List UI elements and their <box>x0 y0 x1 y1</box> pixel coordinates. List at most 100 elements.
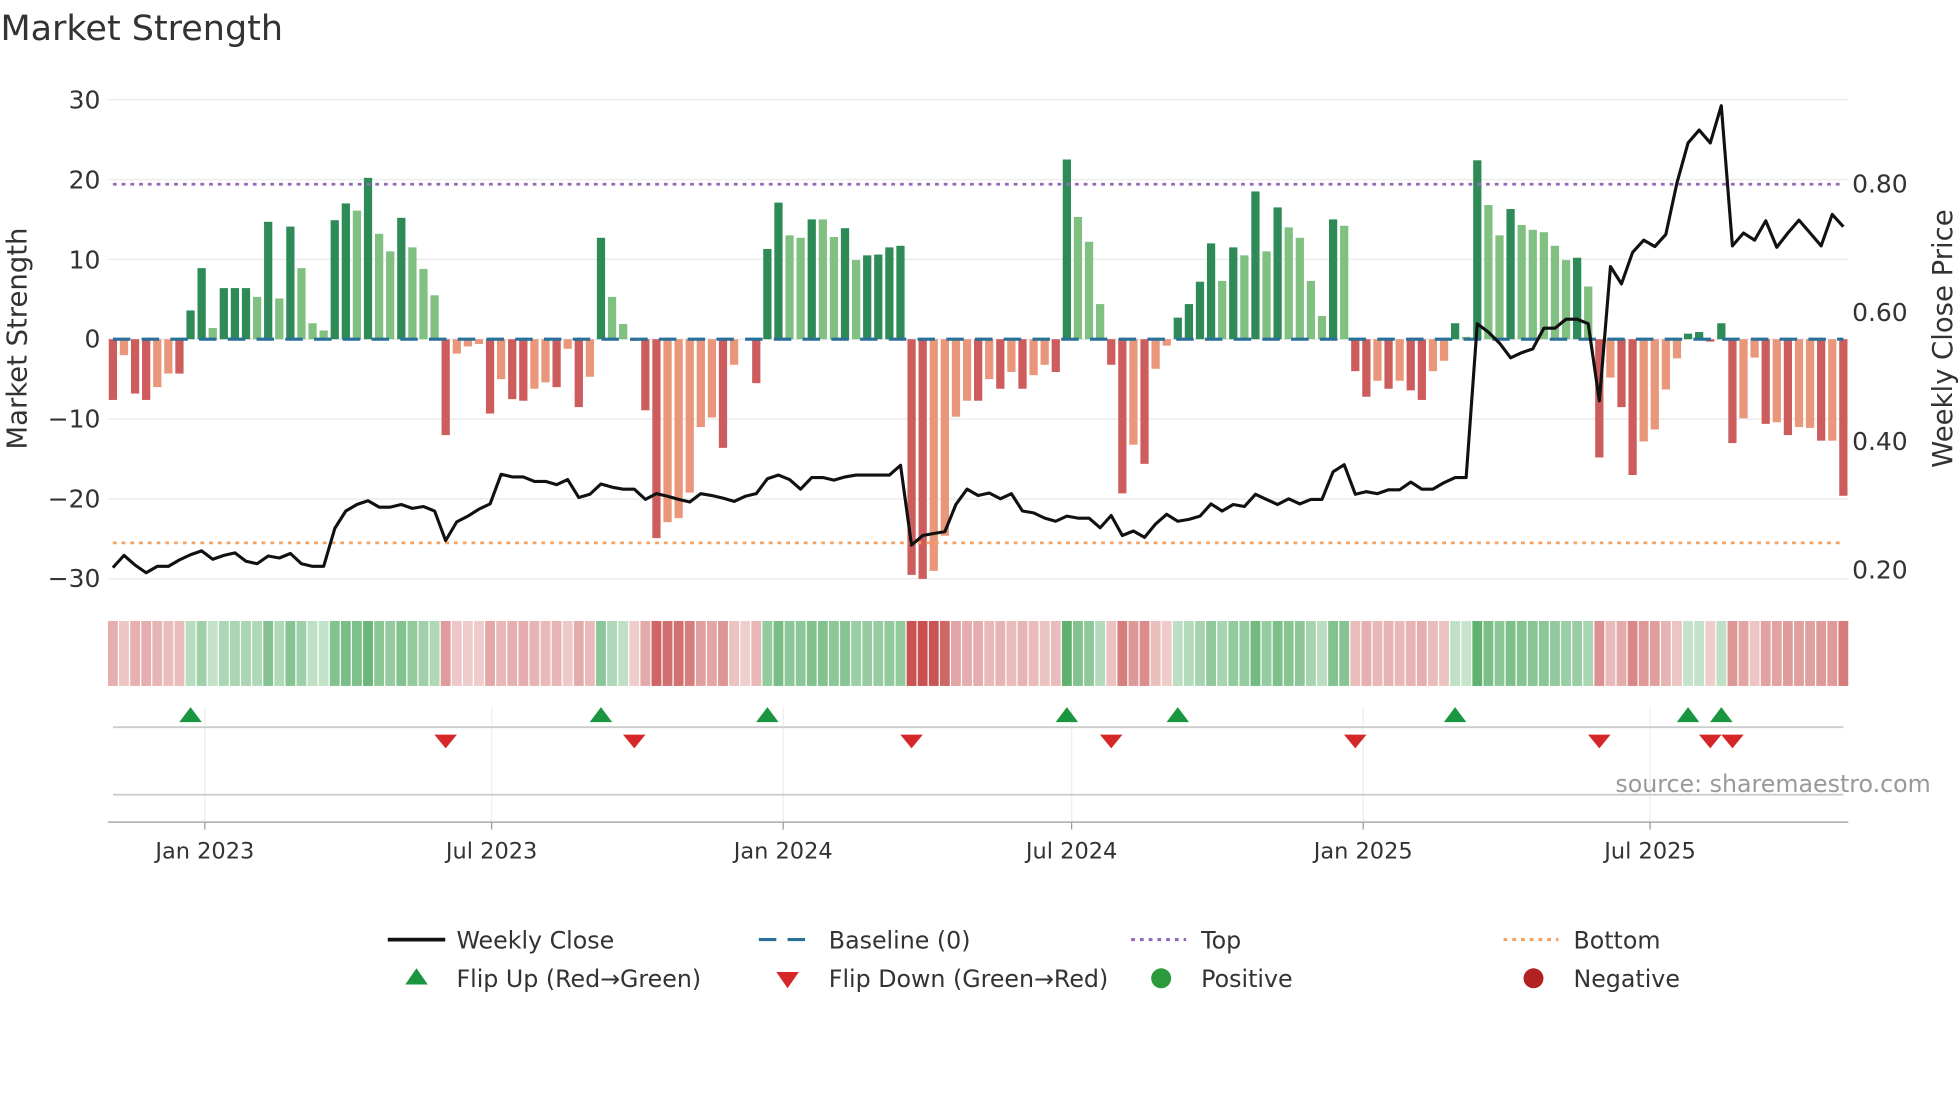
strength-bar <box>230 288 240 340</box>
strength-bar <box>430 295 439 340</box>
legend-flip-up-label: Flip Up (Red→Green) <box>456 965 701 993</box>
strip-cell <box>917 620 928 686</box>
strength-bar <box>1750 339 1759 358</box>
strength-bar <box>1728 339 1737 444</box>
strength-bar <box>1328 219 1338 340</box>
strength-bar <box>1151 339 1160 369</box>
strip-cell <box>152 620 163 686</box>
strength-bar <box>1794 339 1804 428</box>
strip-cell <box>1383 620 1394 686</box>
strip-cell <box>1550 620 1560 686</box>
strength-bar <box>974 339 983 401</box>
strip-cell <box>318 620 329 686</box>
strip-cell <box>1505 620 1516 686</box>
strength-bar <box>1528 229 1537 340</box>
strength-bar <box>874 254 883 340</box>
strength-bar <box>1839 339 1848 496</box>
strip-cell <box>1760 620 1771 686</box>
strength-bar <box>885 247 894 340</box>
y-right-tick-label: 0.80 <box>1852 169 1908 198</box>
strength-bar <box>1606 339 1615 378</box>
strip-cell <box>1461 620 1472 686</box>
strip-cell <box>1627 620 1638 686</box>
strength-bar <box>1672 339 1682 359</box>
strength-bar <box>1484 205 1493 340</box>
strength-bar <box>829 236 839 340</box>
strength-bar <box>1473 160 1482 340</box>
strip-cell <box>1416 620 1427 686</box>
strength-bar <box>497 339 506 380</box>
strength-bar <box>1639 339 1648 442</box>
strength-bar <box>363 177 373 340</box>
strip-cell <box>1095 620 1106 686</box>
strength-bar <box>652 339 661 539</box>
strip-cell <box>1372 620 1383 686</box>
strip-cell <box>740 620 751 686</box>
strength-bar <box>685 339 694 493</box>
strip-cell <box>607 620 617 686</box>
strength-bar <box>197 268 206 340</box>
strip-cell <box>518 620 529 686</box>
strip-cell <box>1050 620 1061 686</box>
strip-cell <box>1516 620 1527 686</box>
strength-bar <box>508 339 517 400</box>
strip-cell <box>1827 620 1838 686</box>
strength-bar <box>1062 159 1071 340</box>
strength-bar <box>1384 339 1393 389</box>
strip-cell <box>662 620 673 686</box>
strength-bar <box>1428 339 1438 372</box>
strip-cell <box>1683 620 1693 686</box>
strip-cell <box>773 620 784 686</box>
strip-cell <box>1283 620 1294 686</box>
strength-bar <box>1761 339 1770 424</box>
strength-bar <box>241 288 251 340</box>
strip-cell <box>207 620 218 686</box>
strength-bar <box>219 288 228 340</box>
strength-bar <box>1118 339 1127 494</box>
strip-cell <box>1538 620 1549 686</box>
flip-up-marker <box>179 707 202 723</box>
strength-bar <box>208 328 217 340</box>
strip-cell <box>1183 620 1194 686</box>
strength-bar <box>1007 339 1016 372</box>
strip-cell <box>1217 620 1228 686</box>
strength-bars <box>108 159 1848 579</box>
strip-cell <box>928 620 939 686</box>
strength-bar <box>297 268 306 340</box>
strip-cell <box>329 620 340 686</box>
strength-bar <box>1717 323 1726 340</box>
strength-bar <box>1450 323 1460 340</box>
strength-bar <box>807 219 816 340</box>
strength-bar <box>752 339 761 384</box>
strength-bar <box>452 339 461 354</box>
strength-bar <box>1683 333 1693 340</box>
strip-cell <box>884 620 895 686</box>
strength-bar <box>308 323 317 340</box>
strip-cell <box>906 620 917 686</box>
chart-title: Market Strength <box>0 9 283 49</box>
strength-bar <box>1362 339 1371 397</box>
strip-cell <box>1782 620 1793 686</box>
strength-bar <box>1561 260 1571 340</box>
strength-bar <box>1218 280 1227 340</box>
y-axis-right: 0.80 0.60 0.40 0.20 <box>1852 169 1908 584</box>
strip-cell <box>1339 620 1350 686</box>
legend: Weekly Close Baseline (0) Top Bottom Fli… <box>387 926 1680 993</box>
strip-cell <box>962 620 972 686</box>
strength-bar <box>985 339 994 380</box>
strip-cell <box>274 620 285 686</box>
strip-cell <box>1206 620 1216 686</box>
strength-bar <box>1129 339 1138 445</box>
strip-cell <box>1106 620 1117 686</box>
strength-bar <box>1107 339 1116 365</box>
strength-bar <box>1828 339 1837 441</box>
strip-cell <box>718 620 728 686</box>
strip-cell <box>1328 620 1339 686</box>
strength-bar <box>1018 339 1027 389</box>
strength-bar <box>119 339 129 356</box>
strip-cell <box>1738 620 1749 686</box>
strip-cell <box>418 620 429 686</box>
strip-cell <box>1572 620 1583 686</box>
strip-cell <box>640 620 651 686</box>
strip-cell <box>1405 620 1416 686</box>
